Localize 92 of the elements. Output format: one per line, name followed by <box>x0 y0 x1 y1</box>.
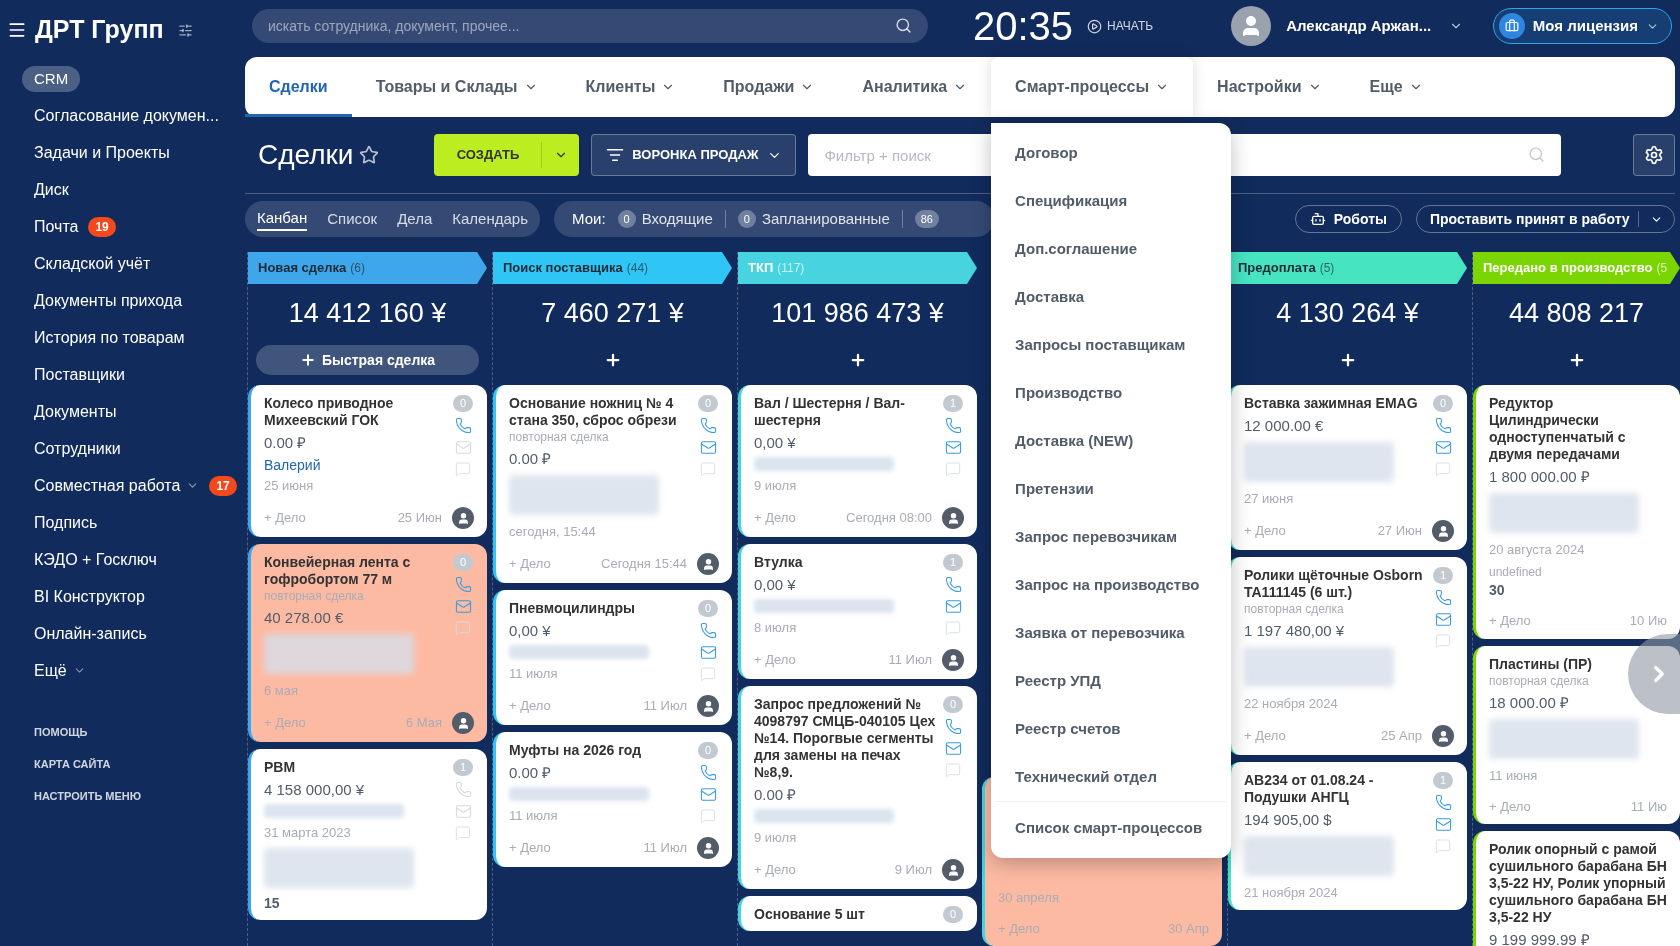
stage-count: (117) <box>777 260 805 277</box>
deal-date: 21 ноября 2024 <box>1244 884 1339 902</box>
activity-date: 11 Июл <box>643 697 687 716</box>
field-value: 30 <box>1489 581 1506 599</box>
counter-badge: 1 <box>943 554 963 571</box>
stage-total: 14 412 160 ¥ <box>288 296 447 330</box>
activity-date: 25 Апр <box>1381 727 1422 746</box>
deal-title: Пневмоцилиндры <box>509 600 636 617</box>
deal-amount: 0,00 ¥ <box>509 621 552 641</box>
deal-date: 9 июля <box>754 477 798 495</box>
deal-date: 31 марта 2023 <box>264 824 352 842</box>
deal-amount: 194 905,00 $ <box>1244 810 1333 830</box>
deal-amount: 0,00 ¥ <box>754 575 797 595</box>
deal-title: Вал / Шестерня / Вал-шестерня <box>754 395 906 429</box>
deal-title: Основание ножниц № 4 стана 350, сброс обрези <box>509 395 678 429</box>
counter-badge: 1 <box>1433 567 1453 584</box>
count-badge: 19 <box>88 216 116 237</box>
field-value: 15 <box>264 894 281 912</box>
counter-badge: 1 <box>943 395 963 412</box>
deal-title: РВМ <box>264 759 297 776</box>
stage-count: (5) <box>1319 260 1335 277</box>
field-caption: undefined <box>1489 564 1543 581</box>
deal-date: 30 апреля <box>998 888 1060 907</box>
activity-date: 11 Июл <box>888 651 932 670</box>
deal-amount: 9 199 999.99 ₽ <box>1489 930 1591 946</box>
deal-title: Колесо приводное Михеевский ГОК <box>264 395 395 429</box>
deal-title: Втулка <box>754 554 804 571</box>
stage-title: Поиск поставщика <box>503 259 623 278</box>
deal-amount: 40 278.00 € <box>264 608 345 628</box>
deal-amount: 1 800 000.00 ₽ <box>1489 467 1591 487</box>
deal-amount: 18 000.00 ₽ <box>1489 692 1570 713</box>
deal-date: 20 августа 2024 <box>1489 541 1586 559</box>
counter-badge: 1 <box>1433 772 1453 789</box>
deal-title: Основание 5 шт <box>754 906 866 923</box>
deal-title: Конвейерная лента с гофробортом 77 м <box>264 554 412 588</box>
deal-subtitle: повторная сделка <box>509 429 610 445</box>
stage-title: Новая сделка <box>258 259 347 278</box>
deal-title: Пластины (ПР) <box>1489 655 1594 673</box>
deal-subtitle: повторная сделка <box>1489 672 1590 689</box>
stage-title: Предоплата <box>1238 259 1316 278</box>
deal-date: 22 ноября 2024 <box>1244 695 1339 713</box>
deal-subtitle: повторная сделка <box>264 588 365 604</box>
my-label: Мои: <box>572 208 606 229</box>
deal-subtitle: повторная сделка <box>1244 601 1345 617</box>
clock: 20:35 <box>973 4 1074 48</box>
deal-date: 11 июля <box>509 665 559 683</box>
stage-title: ТКП <box>748 259 774 278</box>
stage-total: 44 808 217 <box>1508 296 1645 330</box>
activity-date: 30 Апр <box>1168 919 1209 938</box>
deal-date: 25 июня <box>264 477 315 495</box>
deal-title: Вставка зажимная EMAG <box>1244 395 1419 412</box>
deal-amount: 0.00 ₽ <box>509 763 553 783</box>
counter-badge: 1 <box>453 759 473 776</box>
deal-amount: 4 158 000,00 ¥ <box>264 780 366 800</box>
deal-date: 27 июня <box>1244 490 1295 508</box>
company-name: ДРТ Групп <box>35 14 164 46</box>
stage-total: 7 460 271 ¥ <box>541 296 684 330</box>
activity-date: 6 Мая <box>405 714 442 733</box>
stage-title: Передано в производство <box>1483 259 1653 278</box>
deal-title: АВ234 от 01.08.24 - Подушки АНГЦ <box>1244 772 1375 806</box>
count-badge: 17 <box>209 475 237 496</box>
deal-date: 11 июня <box>1489 766 1539 785</box>
deal-title: Ролик опорный с рамой сушильного барабана БН 3,5-22 НУ, Ролик упорный сушильного барабана БН 3,5-22 НУ <box>1489 841 1667 926</box>
activity-date: 25 Июн <box>397 509 442 528</box>
deal-date: 8 июля <box>754 619 798 637</box>
stage-count: (6) <box>350 260 365 277</box>
deal-amount: 0.00 ₽ <box>264 433 308 453</box>
deal-date: 6 мая <box>264 682 300 700</box>
deal-date: сегодня, 15:44 <box>509 523 597 541</box>
deal-date: 9 июля <box>754 829 798 847</box>
activity-date: 27 Июн <box>1377 522 1422 541</box>
stage-total: 4 130 264 ¥ <box>1276 296 1419 330</box>
activity-date: 11 Июл <box>643 839 687 858</box>
deal-title: Ролики щёточные Osborn TA111145 (6 шт.) <box>1244 567 1424 601</box>
activity-date: 11 Ию <box>1630 797 1667 816</box>
deal-amount: 1 197 480,00 ¥ <box>1244 621 1346 641</box>
deal-amount: 12 000.00 € <box>1244 416 1325 436</box>
page-title: Сделки <box>258 138 354 172</box>
deal-amount: 0,00 ¥ <box>754 433 797 453</box>
deal-amount: 0.00 ₽ <box>754 785 798 805</box>
stage-total: 101 986 473 ¥ <box>771 296 944 330</box>
activity-date: Сегодня 08:00 <box>846 509 932 528</box>
deal-title: Запрос предложений № 4098797 СМЦБ-040105 Цех №14. Порогвые сегменты для замены на печах №8,9. <box>754 696 936 781</box>
deal-title: Муфты на 2026 год <box>509 742 643 759</box>
stage-count: (5 <box>1656 260 1668 277</box>
activity-date: 9 Июл <box>894 861 932 880</box>
deal-amount: 0.00 ₽ <box>509 449 553 469</box>
deal-date: 11 июля <box>509 807 559 825</box>
stage-count: (44) <box>626 260 649 277</box>
deal-title: Редуктор Цилиндрически одноступенчатый с двумя передачами <box>1489 395 1627 463</box>
activity-date: 10 Ию <box>1629 612 1667 630</box>
activity-date: Сегодня 15:44 <box>601 555 687 574</box>
